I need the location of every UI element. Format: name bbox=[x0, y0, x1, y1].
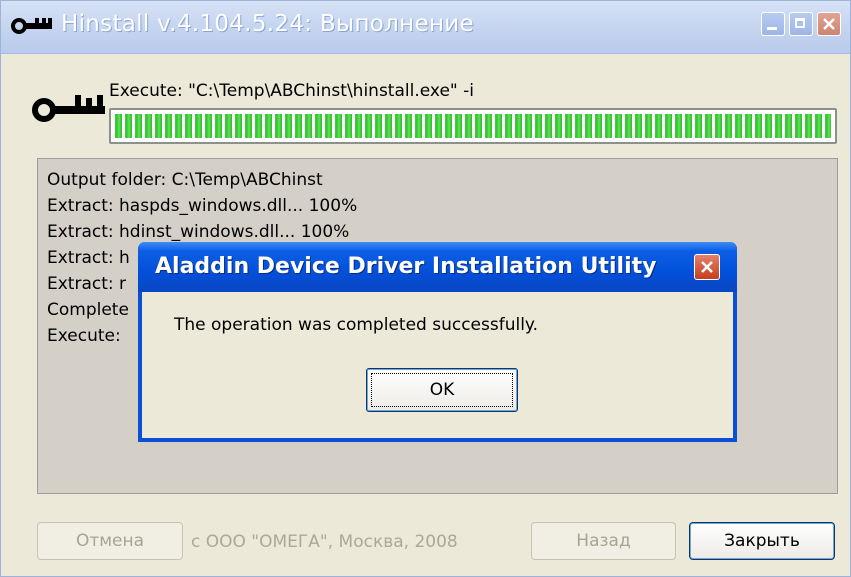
back-button[interactable]: Назад bbox=[531, 522, 676, 560]
dialog-message: The operation was completed successfully… bbox=[174, 315, 538, 335]
installer-window: Hinstall v.4.104.5.24: Выполнение Execut… bbox=[0, 0, 851, 577]
dialog-close-button[interactable] bbox=[694, 254, 720, 280]
minimize-button[interactable] bbox=[761, 12, 785, 36]
title-bar[interactable]: Hinstall v.4.104.5.24: Выполнение bbox=[1, 1, 850, 54]
message-dialog: Aladdin Device Driver Installation Utili… bbox=[138, 242, 737, 442]
window-title: Hinstall v.4.104.5.24: Выполнение bbox=[61, 11, 474, 37]
dialog-title-bar[interactable]: Aladdin Device Driver Installation Utili… bbox=[138, 242, 737, 292]
focus-rect bbox=[371, 373, 513, 407]
close-icon bbox=[701, 261, 713, 273]
log-line: Output folder: C:\Temp\ABChinst bbox=[47, 170, 323, 190]
dialog-body: The operation was completed successfully… bbox=[142, 292, 733, 438]
log-line: Extract: haspds_windows.dll... 100% bbox=[47, 196, 358, 216]
close-icon bbox=[823, 18, 835, 30]
progress-bar bbox=[109, 108, 837, 144]
window-close-button[interactable] bbox=[817, 12, 841, 36]
ok-button[interactable]: OK bbox=[366, 368, 518, 412]
progress-label: Execute: "C:\Temp\ABChinst\hinstall.exe"… bbox=[109, 81, 474, 101]
copyright-text: c ООО "ОМЕГА", Москва, 2008 bbox=[191, 532, 458, 552]
dialog-title: Aladdin Device Driver Installation Utili… bbox=[155, 254, 657, 279]
maximize-button[interactable] bbox=[789, 12, 813, 36]
key-icon bbox=[11, 18, 52, 34]
close-button[interactable]: Закрыть bbox=[689, 522, 835, 560]
progress-fill bbox=[115, 114, 831, 138]
key-icon bbox=[32, 95, 105, 122]
cancel-button[interactable]: Отмена bbox=[37, 522, 183, 560]
